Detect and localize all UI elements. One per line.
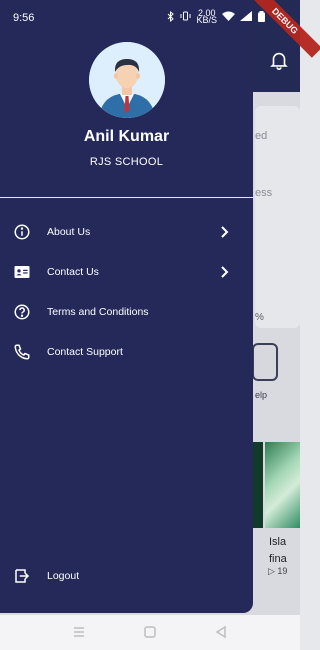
- contact-card-icon: [14, 266, 30, 278]
- card-title: Isla fina: [269, 534, 287, 568]
- chevron-right-icon: [221, 226, 229, 238]
- menu-item-terms-and-conditions[interactable]: Terms and Conditions: [0, 296, 253, 328]
- bluetooth-icon: [167, 10, 175, 24]
- help-circle-icon: [14, 304, 30, 320]
- menu-item-label: Contact Us: [47, 266, 99, 278]
- partial-text: ess: [255, 187, 273, 199]
- status-bar: 9:56 2.00 KB/S: [0, 0, 300, 34]
- menu-item-label: Terms and Conditions: [47, 306, 149, 318]
- user-name: Anil Kumar: [83, 128, 170, 145]
- card-thumbnail[interactable]: [265, 442, 300, 528]
- recent-apps-icon[interactable]: [71, 624, 87, 640]
- menu-item-about-us[interactable]: About Us: [0, 216, 253, 248]
- user-avatar-icon: [89, 42, 165, 118]
- partial-text: ed: [255, 130, 268, 142]
- school-name: RJS SCHOOL: [89, 156, 164, 168]
- logout-button[interactable]: Logout: [0, 560, 253, 592]
- back-icon[interactable]: [213, 624, 229, 640]
- logout-label: Logout: [47, 570, 80, 582]
- notification-bell-icon[interactable]: [268, 49, 290, 71]
- wifi-icon: [222, 11, 235, 23]
- menu-item-contact-support[interactable]: Contact Support: [0, 336, 253, 368]
- card-thumbnail[interactable]: [253, 442, 263, 528]
- status-icons: 2.00 KB/S: [167, 9, 266, 25]
- chevron-right-icon: [221, 266, 229, 278]
- signal-icon: [240, 11, 252, 23]
- network-speed: 2.00 KB/S: [196, 9, 217, 25]
- help-tile[interactable]: [252, 343, 278, 381]
- vibrate-icon: [180, 11, 191, 23]
- avatar[interactable]: [89, 42, 165, 118]
- phone-icon: [14, 344, 30, 360]
- menu-item-contact-us[interactable]: Contact Us: [0, 256, 253, 288]
- divider: [0, 197, 253, 198]
- card-meta: ▷ 19: [268, 566, 288, 576]
- menu-item-label: Contact Support: [47, 346, 123, 358]
- info-icon: [14, 224, 30, 240]
- home-icon[interactable]: [142, 624, 158, 640]
- battery-icon: [257, 10, 266, 24]
- logout-icon: [15, 569, 30, 583]
- status-time: 9:56: [13, 12, 35, 24]
- network-speed-unit: KB/S: [196, 15, 217, 25]
- menu-item-label: About Us: [47, 226, 91, 238]
- percent-text: %: [255, 312, 264, 323]
- navigation-drawer: Anil Kumar RJS SCHOOL About Us Contact U…: [0, 0, 253, 613]
- card-title-line: Isla: [269, 536, 287, 548]
- system-navigation-bar: [0, 615, 300, 650]
- help-label: elp: [255, 390, 268, 400]
